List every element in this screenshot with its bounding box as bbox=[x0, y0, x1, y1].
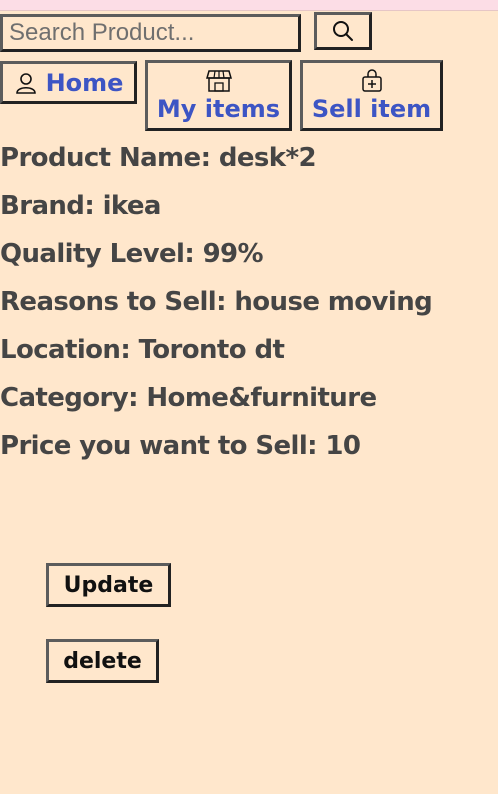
category-value: Home&furniture bbox=[146, 383, 377, 413]
location-value: Toronto dt bbox=[138, 335, 285, 365]
brand-label: Brand bbox=[0, 191, 85, 221]
search-icon bbox=[333, 21, 353, 41]
top-strip bbox=[0, 0, 498, 11]
product-name-line: Product Name: desk*2 bbox=[0, 143, 317, 173]
brand-line: Brand: ikea bbox=[0, 191, 162, 221]
category-line: Category: Home&furniture bbox=[0, 383, 377, 413]
product-details: Product Name: desk*2 Brand: ikea Quality… bbox=[0, 134, 433, 470]
home-label: Home bbox=[45, 68, 124, 97]
product-name-label: Product Name bbox=[0, 143, 201, 173]
search-button[interactable] bbox=[314, 12, 372, 50]
location-line: Location: Toronto dt bbox=[0, 335, 285, 365]
brand-value: ikea bbox=[102, 191, 162, 221]
sell-item-label: Sell item bbox=[311, 95, 432, 123]
reasons-value: house moving bbox=[234, 287, 433, 317]
store-icon bbox=[205, 70, 232, 92]
category-label: Category bbox=[0, 383, 129, 413]
bag-plus-icon bbox=[361, 69, 382, 92]
sell-item-button[interactable]: Sell item bbox=[300, 60, 443, 131]
home-button[interactable]: Home bbox=[0, 61, 137, 104]
update-button[interactable]: Update bbox=[46, 563, 171, 607]
quality-value: 99% bbox=[202, 239, 264, 269]
my-items-label: My items bbox=[156, 95, 281, 123]
location-label: Location bbox=[0, 335, 121, 365]
product-name-value: desk*2 bbox=[218, 143, 317, 173]
quality-label: Quality Level bbox=[0, 239, 185, 269]
quality-line: Quality Level: 99% bbox=[0, 239, 264, 269]
price-label: Price you want to Sell bbox=[0, 431, 308, 461]
price-line: Price you want to Sell: 10 bbox=[0, 431, 361, 461]
reasons-line: Reasons to Sell: house moving bbox=[0, 287, 433, 317]
my-items-button[interactable]: My items bbox=[145, 60, 292, 131]
price-value: 10 bbox=[325, 431, 361, 461]
delete-button[interactable]: delete bbox=[46, 639, 159, 683]
user-icon bbox=[15, 72, 36, 94]
reasons-label: Reasons to Sell bbox=[0, 287, 217, 317]
search-input[interactable] bbox=[0, 14, 301, 52]
